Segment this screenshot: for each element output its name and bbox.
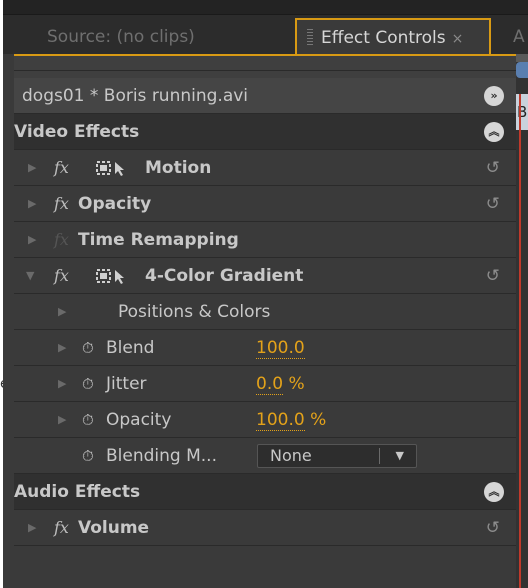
blending-mode-select[interactable]: None ▼	[257, 444, 417, 468]
expand-triangle-icon[interactable]: ▶	[58, 294, 66, 330]
playhead-line[interactable]	[519, 94, 521, 588]
property-row-opacity[interactable]: ▶ ⏱ Opacity 100.0 %	[14, 402, 516, 438]
effect-label-opacity: Opacity	[78, 194, 152, 214]
property-label-jitter: Jitter	[106, 374, 147, 394]
blend-value[interactable]: 100.0	[256, 330, 305, 366]
property-label-opacity: Opacity	[106, 410, 172, 430]
stopwatch-icon[interactable]: ⏱	[82, 366, 94, 402]
property-row-blending-mode[interactable]: ⏱ Blending M... None ▼	[14, 438, 516, 474]
motion-transform-icon[interactable]	[94, 159, 128, 177]
expand-triangle-icon[interactable]: ▶	[58, 366, 66, 402]
expand-triangle-icon[interactable]: ▶	[28, 150, 36, 186]
double-chevron-right-icon[interactable]: »	[484, 86, 504, 106]
stopwatch-icon[interactable]: ⏱	[82, 402, 94, 438]
tab-next-partial[interactable]: A	[513, 19, 525, 55]
effect-row-motion[interactable]: ▶ fx Motion ↺	[14, 150, 516, 186]
window-frame: e Source: (no clips) Effect Controls× A …	[0, 0, 528, 588]
stopwatch-icon[interactable]: ⏱	[82, 438, 94, 474]
property-label-blending-mode: Blending M...	[106, 446, 217, 466]
panel-header-band	[14, 54, 516, 78]
double-chevron-up-icon[interactable]: ︽	[484, 482, 504, 502]
fx-icon[interactable]: fx	[54, 258, 69, 294]
effect-controls-panel: dogs01 * Boris running.avi » Video Effec…	[14, 54, 516, 588]
tab-effect-controls[interactable]: Effect Controls ×	[295, 18, 491, 56]
timeline-clip-marker[interactable]	[516, 62, 528, 78]
video-effects-label: Video Effects	[14, 122, 140, 142]
opacity-unit: %	[310, 410, 327, 430]
effect-row-volume[interactable]: ▶ fx Volume ↺	[14, 510, 516, 546]
effect-label-4-color-gradient: 4-Color Gradient	[145, 266, 304, 286]
fx-icon[interactable]: fx	[54, 510, 69, 546]
video-effects-header: Video Effects ︽	[14, 114, 516, 150]
property-row-blend[interactable]: ▶ ⏱ Blend 100.0	[14, 330, 516, 366]
dropdown-arrow-icon[interactable]: ▼	[396, 445, 404, 467]
fx-icon[interactable]: fx	[54, 150, 69, 186]
clip-name: dogs01 * Boris running.avi	[22, 86, 249, 106]
collapse-triangle-icon[interactable]: ▼	[26, 258, 34, 294]
expand-triangle-icon[interactable]: ▶	[28, 186, 36, 222]
expand-triangle-icon[interactable]: ▶	[58, 330, 66, 366]
property-row-jitter[interactable]: ▶ ⏱ Jitter 0.0 %	[14, 366, 516, 402]
reset-icon[interactable]: ↺	[486, 258, 500, 294]
effect-row-opacity[interactable]: ▶ fx Opacity ↺	[14, 186, 516, 222]
effect-row-4-color-gradient[interactable]: ▼ fx 4-Color Gradient ↺	[14, 258, 516, 294]
blending-mode-selected: None	[270, 446, 312, 465]
panel-tab-bar: Source: (no clips) Effect Controls × A	[3, 14, 528, 56]
property-label-positions-colors: Positions & Colors	[118, 302, 271, 322]
stopwatch-icon[interactable]: ⏱	[82, 330, 94, 366]
top-strip	[3, 0, 528, 14]
jitter-unit: %	[288, 374, 305, 394]
reset-icon[interactable]: ↺	[486, 510, 500, 546]
tab-source[interactable]: Source: (no clips)	[47, 19, 195, 55]
effect-label-motion: Motion	[145, 158, 212, 178]
timeline-clip-bar[interactable]: B	[516, 94, 528, 130]
reset-icon[interactable]: ↺	[486, 186, 500, 222]
reset-icon[interactable]: ↺	[486, 150, 500, 186]
expand-triangle-icon[interactable]: ▶	[58, 402, 66, 438]
effect-row-time-remapping[interactable]: ▶ fx Time Remapping	[14, 222, 516, 258]
clip-name-row[interactable]: dogs01 * Boris running.avi »	[14, 78, 516, 114]
jitter-value[interactable]: 0.0 %	[256, 366, 305, 402]
expand-triangle-icon[interactable]: ▶	[28, 510, 36, 546]
mini-timeline[interactable]: B	[516, 54, 528, 588]
close-icon[interactable]: ×	[452, 31, 464, 47]
timeline-ruler	[516, 54, 528, 62]
audio-effects-label: Audio Effects	[14, 482, 141, 502]
motion-transform-icon[interactable]	[94, 267, 128, 285]
double-chevron-up-icon[interactable]: ︽	[484, 122, 504, 142]
effect-controls-app: Source: (no clips) Effect Controls × A do…	[3, 0, 528, 588]
effect-label-time-remapping: Time Remapping	[78, 230, 239, 250]
tab-effect-controls-label: Effect Controls	[321, 28, 446, 48]
fx-icon[interactable]: fx	[54, 186, 69, 222]
audio-effects-header: Audio Effects ︽	[14, 474, 516, 510]
property-label-blend: Blend	[106, 338, 155, 358]
effect-label-volume: Volume	[78, 518, 150, 538]
expand-triangle-icon[interactable]: ▶	[28, 222, 36, 258]
grip-icon[interactable]	[307, 29, 313, 45]
opacity-value[interactable]: 100.0 %	[256, 402, 326, 438]
property-row-positions-colors[interactable]: ▶ Positions & Colors	[14, 294, 516, 330]
fx-icon: fx	[54, 230, 69, 249]
